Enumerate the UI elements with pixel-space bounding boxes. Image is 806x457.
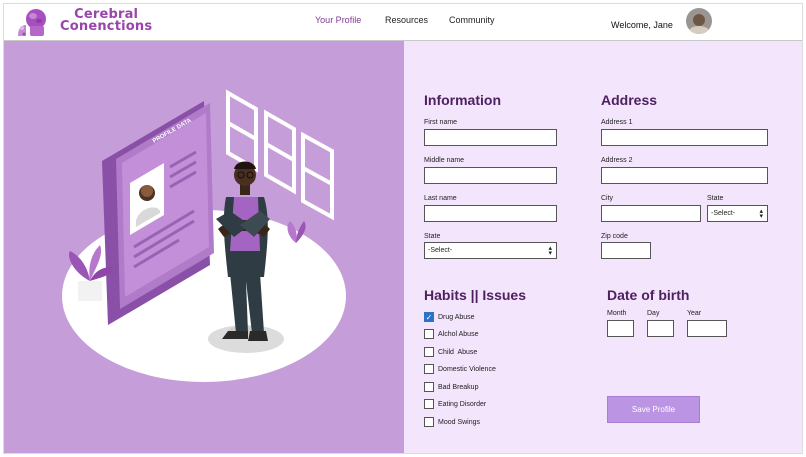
habit-checkbox[interactable] [424,347,434,357]
middle-name-label: Middle name [424,157,465,164]
hero-illustration: PROFILE DATA [4,41,404,453]
info-state-select[interactable]: -Select- ▴ ▾ [424,242,557,259]
habit-label: Mood Swings [438,419,481,426]
address-state-value: -Select- [711,210,736,217]
middle-name-input[interactable] [424,167,557,184]
habit-checkbox[interactable]: ✓ [424,312,434,322]
habit-label: Bad Breakup [438,384,479,391]
first-name-label: First name [424,119,458,126]
select-arrows-icon: ▴ ▾ [548,245,552,257]
profile-illustration: PROFILE DATA [62,89,346,382]
habit-label: Child Abuse [438,349,478,356]
nav-your-profile[interactable]: Your Profile [315,15,361,25]
information-title: Information [424,92,501,108]
top-navbar: Cerebral Conenctions Your Profile Resour… [4,4,802,40]
brain-mascot-logo-icon[interactable] [14,6,54,38]
address-title: Address [601,92,658,108]
habit-checkbox[interactable] [424,364,434,374]
day-input[interactable] [647,320,674,337]
brand-line-2: Conenctions [60,19,153,34]
address2-input[interactable] [601,167,768,184]
nav-resources[interactable]: Resources [385,15,428,25]
month-input[interactable] [607,320,634,337]
habit-checkbox[interactable] [424,417,434,427]
dob-title: Date of birth [607,287,690,303]
checkmark-icon: ✓ [425,313,433,322]
zip-label: Zip code [601,233,628,240]
zip-input[interactable] [601,242,651,259]
last-name-input[interactable] [424,205,557,222]
month-label: Month [607,310,627,317]
habit-label: Domestic Violence [438,366,496,373]
address-state-select[interactable]: -Select- ▴ ▾ [707,205,768,222]
address-state-label: State [707,195,724,202]
year-input[interactable] [687,320,727,337]
year-label: Year [687,310,702,317]
habits-title: Habits || Issues [424,287,526,303]
nav-community[interactable]: Community [449,15,495,25]
info-state-label: State [424,233,441,240]
select-arrows-icon: ▴ ▾ [759,208,763,220]
day-label: Day [647,310,660,317]
habit-label: Alchol Abuse [438,331,479,338]
first-name-input[interactable] [424,129,557,146]
avatar[interactable] [686,8,712,34]
habit-checkbox[interactable] [424,329,434,339]
habit-checkbox[interactable] [424,399,434,409]
habit-label: Eating Disorder [438,401,487,408]
brand-name[interactable]: Cerebral Conenctions [60,8,153,34]
info-state-value: -Select- [428,247,453,254]
city-label: City [601,195,614,202]
app-window: Cerebral Conenctions Your Profile Resour… [3,3,803,454]
save-profile-button[interactable]: Save Profile [607,396,700,423]
profile-form-panel: Information First name Middle name Last … [404,41,802,453]
address2-label: Address 2 [601,157,633,164]
address1-label: Address 1 [601,119,633,126]
city-input[interactable] [601,205,701,222]
last-name-label: Last name [424,195,457,202]
habit-checkbox[interactable] [424,382,434,392]
habit-label: Drug Abuse [438,314,475,321]
address1-input[interactable] [601,129,768,146]
welcome-text: Welcome, Jane [611,20,673,30]
